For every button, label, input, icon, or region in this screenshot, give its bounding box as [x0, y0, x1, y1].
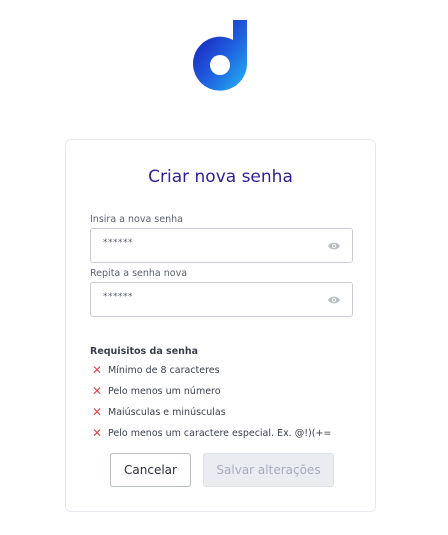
requirement-text: Pelo menos um número — [108, 385, 221, 397]
requirement-text: Mínimo de 8 caracteres — [108, 364, 220, 376]
repeat-password-field[interactable]: ****** — [90, 282, 353, 317]
brand-logo — [193, 20, 247, 91]
requirement-text: Maiúsculas e minúsculas — [108, 406, 226, 418]
x-icon: ✕ — [92, 405, 103, 419]
requirement-item: ✕ Maiúsculas e minúsculas — [92, 406, 226, 418]
repeat-password-value[interactable]: ****** — [103, 292, 133, 302]
new-password-value[interactable]: ****** — [103, 238, 133, 248]
x-icon: ✕ — [92, 384, 103, 398]
x-icon: ✕ — [92, 426, 103, 440]
requirement-item: ✕ Mínimo de 8 caracteres — [92, 364, 220, 376]
cancel-button[interactable]: Cancelar — [110, 453, 191, 487]
eye-icon[interactable] — [327, 294, 341, 306]
repeat-password-label: Repita a senha nova — [90, 268, 188, 279]
save-changes-button[interactable]: Salvar alterações — [203, 453, 334, 487]
page-title: Criar nova senha — [148, 167, 293, 187]
x-icon: ✕ — [92, 363, 103, 377]
requirement-item: ✕ Pelo menos um número — [92, 385, 221, 397]
new-password-field[interactable]: ****** — [90, 228, 353, 263]
new-password-label: Insira a nova senha — [90, 214, 183, 225]
requirement-item: ✕ Pelo menos um caractere especial. Ex. … — [92, 427, 331, 439]
requirement-text: Pelo menos um caractere especial. Ex. @!… — [108, 427, 332, 439]
eye-icon[interactable] — [327, 240, 341, 252]
create-password-card: Criar nova senha Insira a nova senha ***… — [65, 139, 376, 512]
requirements-title: Requisitos da senha — [90, 346, 199, 357]
